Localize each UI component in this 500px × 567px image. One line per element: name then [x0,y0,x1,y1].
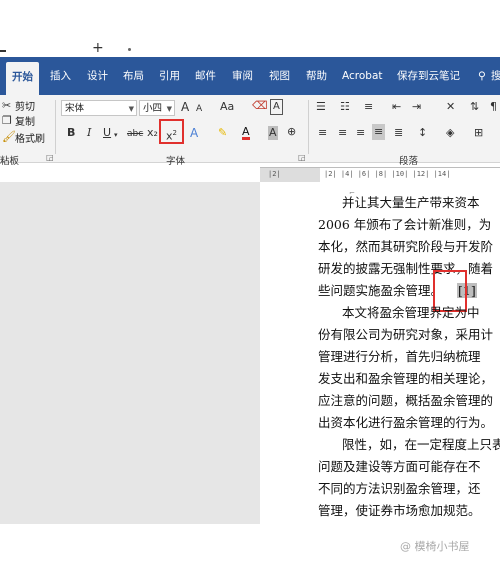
format-painter-icon: 🖌 [2,130,16,143]
tab-mailings[interactable]: 邮件 [195,57,216,95]
ruler-text-area: |2| |4| |6| |8| |10| |12| |14| [320,168,500,183]
ruler-marks: |2| |4| |6| |8| |10| |12| |14| [324,170,451,178]
tab-design[interactable]: 设计 [87,57,108,95]
highlighter-icon[interactable]: ✎ [218,126,227,140]
bold-button[interactable]: B [67,126,75,140]
show-marks-icon[interactable]: ¶ [490,100,497,114]
title-bar-dot [128,48,131,51]
enclose-characters-button[interactable]: ⊕ [287,125,296,139]
doc-line[interactable]: 限性，如，在一定程度上只表明 [342,434,500,456]
bullets-icon[interactable]: ☰ [316,100,326,114]
document-workspace [0,182,260,524]
window-edge-mark [0,50,6,52]
group-separator [308,100,309,154]
tab-view[interactable]: 视图 [269,57,290,95]
doc-line[interactable]: 并让其大量生产带来资本 [342,192,480,214]
align-center-icon[interactable]: ≡ [338,126,347,140]
decrease-indent-icon[interactable]: ⇤ [392,100,401,114]
align-left-icon[interactable]: ≡ [318,126,327,140]
multilevel-list-icon[interactable]: ≡ [364,100,373,114]
doc-line[interactable]: 不同的方法识别盈余管理，还 [318,478,481,500]
font-name-select[interactable]: 宋体 ▼ [61,100,137,116]
font-dialog-launcher[interactable]: ◲ [298,153,306,162]
new-tab-button[interactable]: + [92,40,104,56]
chinese-layout-icon[interactable]: ✕ [446,100,455,114]
copy-icon: ❐ [2,114,12,127]
scissors-icon: ✂ [2,99,12,112]
title-bar: + [0,0,500,57]
clipboard-dialog-launcher[interactable]: ◲ [46,153,54,162]
shrink-font-button[interactable]: A [196,102,202,116]
sort-icon[interactable]: ⇅ [470,100,479,114]
tab-home[interactable]: 开始 [6,62,39,95]
doc-line[interactable]: 出资本化进行盈余管理的行为。 [318,412,493,434]
copy-button[interactable]: 复制 [15,113,35,128]
ruler-left-marks: |2| [268,170,281,178]
change-case-button[interactable]: Aa [220,100,234,114]
character-border-button[interactable]: A [270,99,283,115]
subscript-button[interactable]: x₂ [147,126,158,140]
increase-indent-icon[interactable]: ⇥ [412,100,421,114]
clipboard-group-label: 粘板 [0,156,20,167]
grow-font-button[interactable]: A [181,100,189,114]
doc-line[interactable]: 应注意的问题，概括盈余管理的 [318,390,493,412]
doc-line[interactable]: 本文将盈余管理界定为中 [342,302,480,324]
format-painter-button[interactable]: 格式刷 [15,130,45,145]
italic-button[interactable]: I [87,126,91,140]
distributed-icon[interactable]: ≣ [394,126,403,140]
tab-help[interactable]: 帮助 [306,57,327,95]
tab-insert[interactable]: 插入 [50,57,71,95]
numbering-icon[interactable]: ☷ [340,100,350,114]
font-size-select[interactable]: 小四 ▼ [139,100,175,116]
doc-line[interactable]: 本化，然而其研究阶段与开发阶 [318,236,493,258]
tab-search[interactable]: 搜 [491,57,500,95]
group-separator [55,100,56,154]
doc-line[interactable]: 管理，使证券市场愈加规范。 [318,500,481,522]
align-right-icon[interactable]: ≡ [356,126,365,140]
borders-icon[interactable]: ⊞ [474,126,483,140]
line-spacing-icon[interactable]: ↕ [418,126,427,140]
text-effects-button[interactable]: A [190,126,198,140]
font-group-label: 字体 [166,156,186,167]
tab-layout[interactable]: 布局 [123,57,144,95]
ribbon-tabs: 开始 插入 设计 布局 引用 邮件 审阅 视图 帮助 Acrobat 保存到云笔… [0,57,500,95]
search-icon[interactable]: ⚲ [478,57,486,95]
chevron-down-icon[interactable]: ▾ [114,128,118,142]
tab-acrobat[interactable]: Acrobat [342,57,383,95]
tab-references[interactable]: 引用 [159,57,180,95]
superscript-highlight-box [159,119,184,144]
doc-line[interactable]: 发支出和盈余管理的相关理论， [318,368,493,390]
character-shading-button[interactable]: A [268,126,278,140]
doc-line[interactable]: 管理进行分析，首先归纳梳理 [318,346,481,368]
clear-formatting-icon[interactable]: ⌫ [252,99,268,113]
justify-icon[interactable]: ≡ [372,124,386,140]
watermark-text: @ 模椅小书屋 [400,540,470,553]
font-color-button[interactable]: A [242,126,250,140]
shading-icon[interactable]: ◈ [446,126,454,140]
paragraph-group-label: 段落 [399,156,419,167]
strikethrough-button[interactable]: abc [127,127,143,141]
doc-line[interactable]: 2006 年颁布了会计新准则，为 [318,214,491,236]
tab-save-to-cloud-notes[interactable]: 保存到云笔记 [397,57,460,95]
doc-line[interactable]: 份有限公司为研究对象，采用计 [318,324,493,346]
doc-line[interactable]: 问题及建设等方面可能存在不 [318,456,481,478]
underline-button[interactable]: U [103,126,111,140]
tab-review[interactable]: 审阅 [232,57,253,95]
cut-button[interactable]: 剪切 [15,98,35,113]
